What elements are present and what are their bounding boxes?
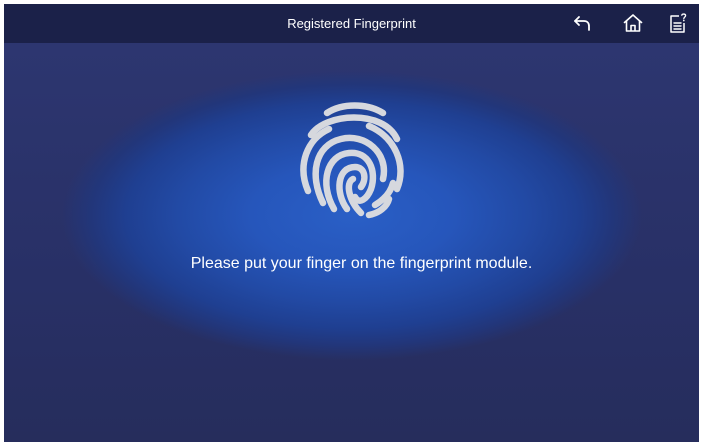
help-document-icon <box>667 12 689 34</box>
home-button[interactable] <box>620 10 646 36</box>
top-bar: Registered Fingerprint <box>4 4 699 43</box>
screen: Registered Fingerprint Please put your f… <box>4 4 699 442</box>
fingerprint-icon <box>297 99 411 221</box>
instruction-text: Please put your finger on the fingerprin… <box>190 255 533 272</box>
help-button[interactable] <box>665 10 691 36</box>
back-button[interactable] <box>569 10 595 36</box>
main-content: Please put your finger on the fingerprin… <box>4 43 699 442</box>
back-arrow-icon <box>572 13 592 33</box>
home-icon <box>622 12 644 34</box>
